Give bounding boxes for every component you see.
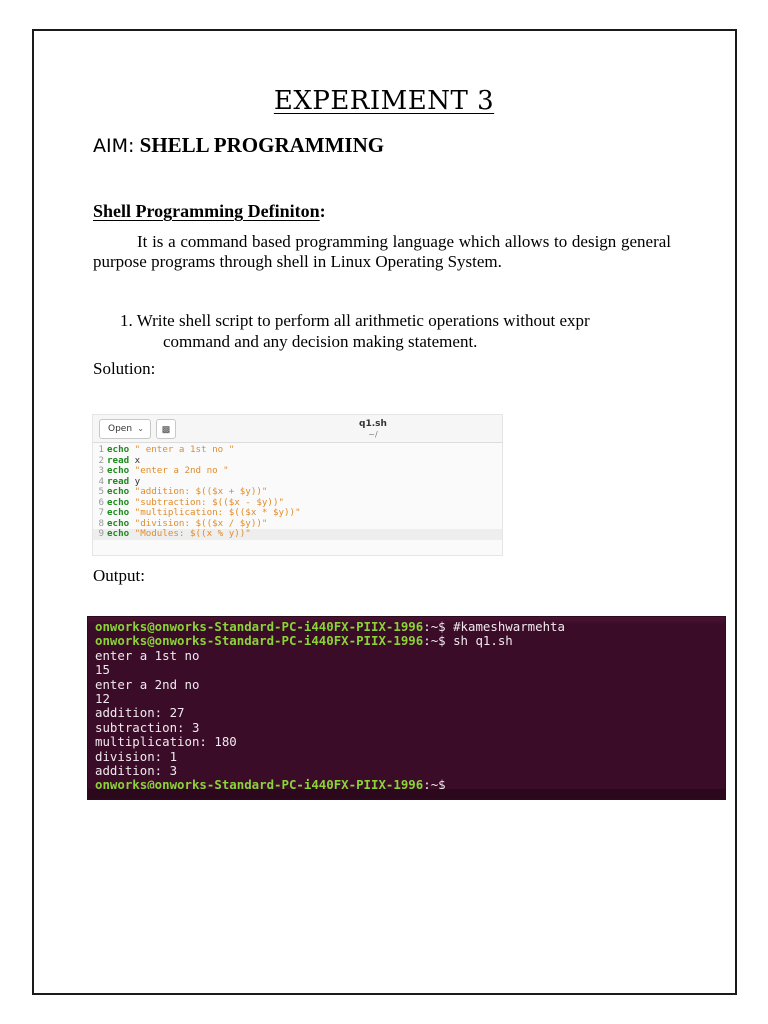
chevron-down-icon: ⌄: [137, 424, 144, 433]
code-argument: x: [134, 454, 141, 466]
code-keyword: echo: [107, 444, 135, 455]
code-argument: y: [134, 475, 141, 487]
editor-file-path: ~/: [368, 430, 378, 439]
terminal-line: multiplication: 180: [95, 735, 725, 749]
code-line: 9 echo "Modules: $((x % y))": [93, 528, 502, 540]
line-number: 9: [98, 528, 104, 539]
code-argument: "subtraction: $(($x - $y))": [134, 496, 285, 508]
code-keyword: echo: [107, 465, 135, 476]
terminal-text: 12: [95, 691, 110, 707]
line-number: 7: [98, 507, 104, 518]
terminal-line: onworks@onworks-Standard-PC-i440FX-PIIX-…: [95, 634, 725, 648]
code-keyword: echo: [107, 496, 135, 508]
terminal-text: #kameshwarmehta: [453, 619, 565, 634]
terminal-prompt: onworks@onworks-Standard-PC-i440FX-PIIX-…: [95, 619, 424, 634]
code-keyword: read: [107, 454, 135, 466]
terminal-text: enter a 1st no: [95, 647, 200, 663]
terminal-line: 15: [95, 663, 725, 677]
code-line: 1 echo " enter a 1st no ": [93, 444, 502, 456]
code-keyword: echo: [107, 507, 135, 518]
code-argument: "Modules: $((x % y))": [134, 528, 251, 539]
terminal-text: multiplication: 180: [95, 734, 237, 750]
terminal-text: subtraction: 3: [95, 719, 200, 735]
code-keyword: echo: [107, 517, 135, 529]
code-argument: "addition: $(($x + $y))": [134, 486, 268, 497]
line-number: 5: [98, 486, 104, 497]
code-argument: "multiplication: $(($x * $y))": [134, 507, 301, 518]
code-keyword: read: [107, 475, 135, 487]
terminal-line: onworks@onworks-Standard-PC-i440FX-PIIX-…: [95, 619, 725, 634]
question-line-1: Write shell script to perform all arithm…: [136, 311, 590, 330]
terminal-text: 15: [95, 662, 110, 678]
terminal-prompt-separator: :~$: [423, 633, 454, 649]
terminal-prompt-separator: :~$: [423, 777, 446, 793]
code-argument: "division: $(($x / $y))": [134, 517, 268, 529]
terminal-screenshot: onworks@onworks-Standard-PC-i440FX-PIIX-…: [87, 616, 726, 800]
code-argument: "enter a 2nd no ": [134, 465, 229, 476]
terminal-line: enter a 2nd no: [95, 676, 725, 692]
new-document-icon: ▩: [161, 424, 171, 434]
aim-label: AIM:: [93, 135, 135, 157]
terminal-line: addition: 3: [95, 763, 725, 779]
open-button[interactable]: Open ⌄: [99, 419, 151, 439]
terminal-prompt: onworks@onworks-Standard-PC-i440FX-PIIX-…: [95, 777, 424, 793]
solution-label: Solution:: [93, 359, 156, 378]
definition-heading: Shell Programming Definiton:: [93, 201, 326, 221]
aim-line: AIM: SHELL PROGRAMMING: [93, 133, 384, 158]
code-argument: " enter a 1st no ": [134, 444, 235, 455]
terminal-prompt: onworks@onworks-Standard-PC-i440FX-PIIX-…: [95, 633, 424, 649]
new-document-button[interactable]: ▩: [156, 419, 176, 439]
output-label: Output:: [93, 566, 145, 585]
terminal-line: enter a 1st no: [95, 647, 725, 663]
code-keyword: echo: [107, 486, 135, 497]
terminal-text: division: 1: [95, 748, 178, 764]
terminal-prompt-separator: :~$: [423, 619, 454, 634]
terminal-text: addition: 27: [95, 705, 185, 721]
line-number: 1: [98, 444, 104, 455]
editor-screenshot: Open ⌄ ▩ q1.sh ~/ 1 echo " enter a 1st no…: [92, 414, 503, 556]
code-keyword: echo: [107, 528, 135, 539]
code-line: 3 echo "enter a 2nd no ": [93, 465, 502, 477]
question-line-2: command and any decision making statemen…: [163, 332, 478, 351]
question-1: 1. Write shell script to perform all ari…: [120, 310, 660, 352]
terminal-text: enter a 2nd no: [95, 676, 200, 692]
line-number: 3: [98, 465, 104, 476]
terminal-text: sh q1.sh: [453, 633, 513, 649]
terminal-line: onworks@onworks-Standard-PC-i440FX-PIIX-…: [95, 778, 725, 792]
code-area[interactable]: 1 echo " enter a 1st no " 2 read x 3 echo "en…: [93, 443, 502, 540]
editor-file-name: q1.sh: [359, 419, 387, 429]
terminal-line: addition: 27: [95, 706, 725, 720]
definition-paragraph: It is a command based programming langua…: [93, 232, 671, 271]
terminal-text: addition: 3: [95, 763, 178, 779]
terminal-line: subtraction: 3: [95, 719, 725, 735]
terminal-line: division: 1: [95, 748, 725, 764]
terminal-output: onworks@onworks-Standard-PC-i440FX-PIIX-…: [88, 617, 725, 793]
open-button-label: Open: [108, 424, 133, 434]
page-title: EXPERIMENT 3: [273, 86, 495, 116]
editor-header: Open ⌄ ▩ q1.sh ~/: [93, 415, 502, 443]
question-number: 1.: [120, 311, 133, 330]
definition-heading-text: Shell Programming Definiton: [93, 201, 320, 221]
terminal-line: 12: [95, 691, 725, 707]
aim-text: SHELL PROGRAMMING: [139, 133, 385, 157]
